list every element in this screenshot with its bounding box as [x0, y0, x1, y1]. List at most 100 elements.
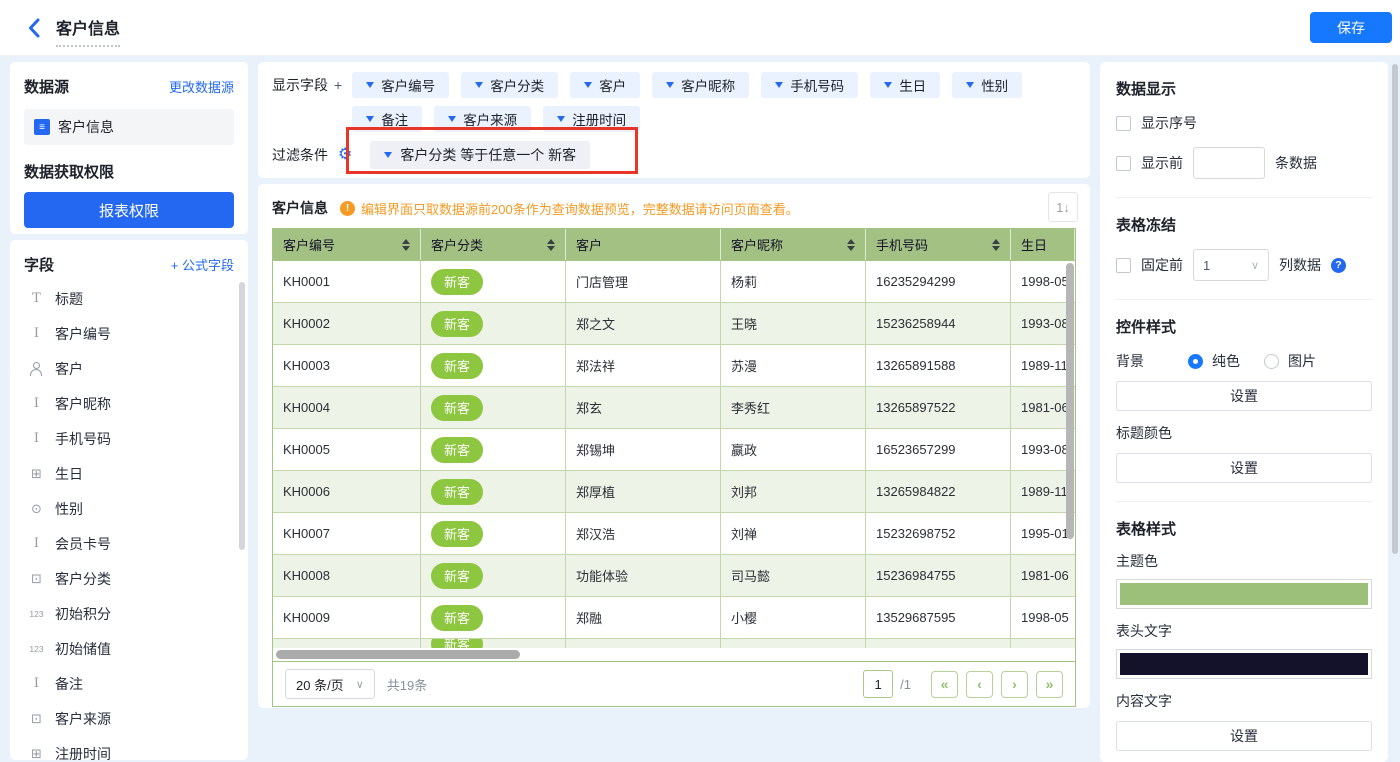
solid-color-radio[interactable] — [1188, 354, 1203, 369]
header-text-color-swatch[interactable] — [1116, 649, 1372, 679]
chevron-down-icon — [366, 116, 374, 122]
display-fields-label: 显示字段 — [272, 72, 328, 98]
field-label: 手机号码 — [55, 429, 111, 449]
theme-color-swatch[interactable] — [1116, 579, 1372, 609]
warning-text: 编辑界面只取数据源前200条作为查询数据预览，完整数据请访问页面查看。 — [361, 199, 799, 218]
solid-color-label: 纯色 — [1212, 351, 1240, 371]
help-icon[interactable]: ? — [1331, 258, 1346, 273]
first-page-button[interactable]: « — [931, 671, 958, 698]
category-badge: 新客 — [431, 311, 483, 337]
next-page-button[interactable]: › — [1001, 671, 1028, 698]
cell-nickname: 司马懿 — [721, 555, 866, 596]
field-item[interactable]: I 会员卡号 — [24, 526, 234, 561]
category-badge: 新客 — [431, 437, 483, 463]
field-item[interactable]: 123初始积分 — [24, 596, 234, 631]
table-row: KH0006 新客 郑厚植 刘邦 13265984822 1989-11 — [273, 471, 1075, 513]
cell-birthday: 1981-06 — [1011, 555, 1075, 596]
row-count-input[interactable] — [1193, 147, 1265, 179]
cell-customer-id: KH0001 — [273, 261, 421, 302]
display-field-chip[interactable]: 客户 — [570, 72, 640, 98]
report-permission-button[interactable]: 报表权限 — [24, 192, 234, 228]
field-item[interactable]: ⊞生日 — [24, 456, 234, 491]
field-list: T标题 I客户编号 客户 I客户昵称 I手机号码 ⊞生日 ⊙性别 I 会员卡号 ⊡… — [24, 281, 234, 760]
field-label: 客户分类 — [55, 569, 111, 589]
fields-scrollbar[interactable] — [239, 282, 245, 550]
chip-label: 备注 — [381, 109, 408, 129]
field-item[interactable]: ⊡客户来源 — [24, 701, 234, 736]
chevron-down-icon — [884, 82, 892, 88]
chevron-down-icon — [966, 82, 974, 88]
field-item[interactable]: T标题 — [24, 281, 234, 316]
add-display-field-button[interactable]: + — [334, 72, 342, 98]
text-icon: I — [28, 536, 45, 551]
freeze-count-value: 1 — [1203, 258, 1210, 273]
field-label: 初始储值 — [55, 639, 111, 659]
show-first-checkbox[interactable] — [1116, 156, 1131, 171]
title-color-set-button[interactable]: 设置 — [1116, 453, 1372, 483]
table-vertical-scrollbar[interactable] — [1066, 263, 1074, 539]
change-datasource-link[interactable]: 更改数据源 — [169, 77, 234, 96]
column-header[interactable]: 客户 — [566, 229, 721, 260]
category-badge: 新客 — [431, 605, 483, 631]
chevron-down-icon: ∨ — [356, 678, 364, 691]
cell-customer-id: KH0007 — [273, 513, 421, 554]
display-field-chip[interactable]: 客户分类 — [461, 72, 558, 98]
column-header[interactable]: 生日 — [1011, 229, 1075, 260]
freeze-suffix: 列数据 — [1279, 255, 1321, 275]
sort-order-icon[interactable]: 1↓ — [1048, 192, 1078, 222]
background-set-button[interactable]: 设置 — [1116, 381, 1372, 411]
cell-customer-id: KH0006 — [273, 471, 421, 512]
content-text-set-button[interactable]: 设置 — [1116, 721, 1372, 751]
table-row: KH0005 新客 郑锡坤 嬴政 16523657299 1993-08 — [273, 429, 1075, 471]
field-item[interactable]: I客户昵称 — [24, 386, 234, 421]
cell-customer: 郑之文 — [566, 303, 721, 344]
display-field-chip[interactable]: 客户昵称 — [652, 72, 749, 98]
field-item[interactable]: ⊞注册时间 — [24, 736, 234, 760]
last-page-button[interactable]: » — [1036, 671, 1063, 698]
column-header[interactable]: 客户编号 — [273, 229, 421, 260]
cell-nickname: 王晓 — [721, 303, 866, 344]
chevron-down-icon — [475, 82, 483, 88]
chevron-down-icon: ∨ — [1251, 259, 1259, 272]
display-field-chip[interactable]: 手机号码 — [761, 72, 858, 98]
field-item[interactable]: I客户编号 — [24, 316, 234, 351]
display-field-chip[interactable]: 生日 — [870, 72, 940, 98]
display-field-chip[interactable]: 客户编号 — [352, 72, 449, 98]
prev-page-button[interactable]: ‹ — [966, 671, 993, 698]
field-item[interactable]: I手机号码 — [24, 421, 234, 456]
field-item[interactable]: ⊡客户分类 — [24, 561, 234, 596]
sort-icon[interactable] — [992, 239, 1000, 251]
category-badge: 新客 — [431, 395, 483, 421]
sort-icon[interactable] — [847, 239, 855, 251]
field-item[interactable]: 123初始储值 — [24, 631, 234, 666]
show-index-checkbox[interactable] — [1116, 116, 1131, 131]
settings-panel: 数据显示 显示序号 显示前 条数据 表格冻结 固定前 1 ∨ 列数据 ? 控件样… — [1100, 62, 1388, 762]
datasource-title: 数据源 — [24, 76, 69, 97]
datasource-item[interactable]: ≡ 客户信息 — [24, 109, 234, 145]
add-formula-field-link[interactable]: + 公式字段 — [171, 255, 234, 274]
image-radio[interactable] — [1264, 354, 1279, 369]
display-field-chip[interactable]: 性别 — [952, 72, 1022, 98]
freeze-columns-checkbox[interactable] — [1116, 258, 1131, 273]
widget-style-title: 控件样式 — [1116, 316, 1372, 337]
field-item[interactable]: ⊙性别 — [24, 491, 234, 526]
field-label: 会员卡号 — [55, 534, 111, 554]
column-header[interactable]: 手机号码 — [866, 229, 1011, 260]
page-scrollbar[interactable] — [1392, 64, 1398, 554]
page-size-select[interactable]: 20 条/页 ∨ — [285, 669, 375, 699]
horizontal-scrollbar[interactable] — [276, 650, 520, 659]
category-badge: 新客 — [431, 479, 483, 505]
sort-icon[interactable] — [402, 239, 410, 251]
table-title: 客户信息 — [272, 198, 328, 218]
radio-icon: ⊙ — [28, 501, 45, 517]
datasource-item-label: 客户信息 — [58, 117, 114, 137]
freeze-count-select[interactable]: 1 ∨ — [1193, 249, 1269, 281]
field-item[interactable]: 客户 — [24, 351, 234, 386]
page-number-input[interactable]: 1 — [863, 670, 893, 698]
field-item[interactable]: I备注 — [24, 666, 234, 701]
column-header[interactable]: 客户昵称 — [721, 229, 866, 260]
sort-icon[interactable] — [547, 239, 555, 251]
back-button[interactable] — [24, 17, 46, 39]
save-button[interactable]: 保存 — [1310, 12, 1392, 43]
column-header[interactable]: 客户分类 — [421, 229, 566, 260]
